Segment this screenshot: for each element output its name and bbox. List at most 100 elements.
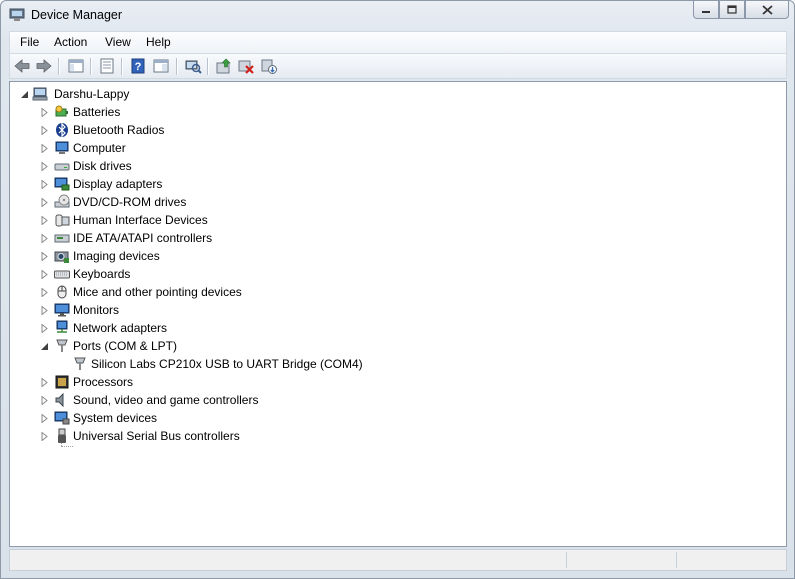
tree-item-label: Batteries — [73, 105, 121, 119]
expand-icon[interactable] — [40, 108, 49, 117]
menu-help[interactable]: Help — [146, 35, 171, 49]
help-icon[interactable]: ? — [129, 57, 147, 75]
toolbar-separator — [90, 58, 92, 75]
camera-icon — [54, 251, 69, 263]
update-driver-icon[interactable] — [215, 57, 233, 75]
expand-icon[interactable] — [40, 198, 49, 207]
expand-icon[interactable] — [40, 378, 49, 387]
tree-item-label: Mice and other pointing devices — [73, 285, 242, 299]
tree-item-ide-ata-atapi-controllers[interactable]: IDE ATA/ATAPI controllers — [38, 229, 458, 247]
expand-icon[interactable] — [40, 162, 49, 171]
expand-icon[interactable] — [40, 252, 49, 261]
properties-icon[interactable] — [98, 57, 116, 75]
tree-item-label: Human Interface Devices — [73, 213, 208, 227]
keyboard-icon — [54, 270, 70, 279]
menu-file[interactable]: File — [20, 35, 39, 49]
tree-item-label: Universal Serial Bus controllers — [73, 429, 240, 443]
tree-item-label: Keyboards — [73, 267, 131, 281]
network-adapter-icon — [56, 320, 68, 333]
tree-item-monitors[interactable]: Monitors — [38, 301, 458, 319]
menu-view[interactable]: View — [105, 35, 131, 49]
tree-item-system-devices[interactable]: System devices — [38, 409, 458, 427]
tree-item-label: Display adapters — [73, 177, 163, 191]
expand-icon[interactable] — [40, 234, 49, 243]
expand-icon[interactable] — [40, 432, 49, 441]
tree-item-dvd-cd-rom-drives[interactable]: DVD/CD-ROM drives — [38, 193, 458, 211]
tree-item-mice-and-other-pointing-devices[interactable]: Mice and other pointing devices — [38, 283, 458, 301]
display-adapter-icon — [54, 177, 70, 191]
toolbar-separator — [207, 58, 209, 75]
tree-root-label: Darshu-Lappy — [54, 87, 130, 101]
system-device-icon — [54, 411, 70, 425]
monitor-icon — [54, 303, 70, 317]
show-action-pane-icon[interactable] — [152, 57, 170, 75]
hid-icon — [55, 214, 70, 227]
collapse-icon[interactable] — [40, 342, 49, 351]
device-tree[interactable]: Darshu-Lappy Batteries Bluetooth Radios Co… — [9, 81, 787, 547]
expand-icon[interactable] — [40, 306, 49, 315]
tree-item-processors[interactable]: Processors — [38, 373, 458, 391]
device-manager-icon — [9, 8, 25, 21]
show-hide-console-tree-icon[interactable] — [67, 57, 85, 75]
toolbar-separator — [121, 58, 123, 75]
expand-icon[interactable] — [40, 288, 49, 297]
expand-icon[interactable] — [40, 144, 49, 153]
window-controls — [693, 1, 789, 21]
processor-icon — [55, 375, 69, 389]
close-icon[interactable] — [745, 1, 789, 19]
tree-item-sound-video-and-game-controllers[interactable]: Sound, video and game controllers — [38, 391, 458, 409]
usb-icon — [58, 428, 66, 443]
tree-item-human-interface-devices[interactable]: Human Interface Devices — [38, 211, 458, 229]
tree-root[interactable]: Darshu-Lappy — [18, 85, 318, 103]
tree-item-label: Processors — [73, 375, 134, 389]
tree-item-device[interactable]: Silicon Labs CP210x USB to UART Bridge (… — [72, 355, 472, 373]
tree-item-keyboards[interactable]: Keyboards — [38, 265, 458, 283]
expand-icon[interactable] — [40, 270, 49, 279]
minimize-icon[interactable] — [693, 1, 719, 19]
tree-item-label: Imaging devices — [73, 249, 160, 263]
tree-item-computer[interactable]: Computer — [38, 139, 458, 157]
tree-item-display-adapters[interactable]: Display adapters — [38, 175, 458, 193]
expand-icon[interactable] — [40, 180, 49, 189]
toolbar: ? — [9, 53, 787, 79]
speaker-icon — [55, 392, 64, 408]
port-icon — [56, 339, 68, 352]
disk-drive-icon — [54, 163, 70, 171]
collapse-icon[interactable] — [20, 90, 29, 99]
battery-icon — [55, 105, 68, 117]
tree-item-ports-com-lpt[interactable]: Ports (COM & LPT) — [38, 337, 458, 355]
expand-icon[interactable] — [40, 324, 49, 333]
tree-item-bluetooth-radios[interactable]: Bluetooth Radios — [38, 121, 458, 139]
menu-action[interactable]: Action — [54, 35, 87, 49]
tree-item-label: Disk drives — [73, 159, 132, 173]
maximize-icon[interactable] — [719, 1, 745, 19]
computer-icon — [55, 141, 69, 154]
tree-item-label: Sound, video and game controllers — [73, 393, 259, 407]
tree-connector — [61, 446, 73, 447]
tree-item-network-adapters[interactable]: Network adapters — [38, 319, 458, 337]
uninstall-device-icon[interactable] — [237, 57, 255, 75]
tree-item-universal-serial-bus-controllers[interactable]: Universal Serial Bus controllers — [38, 427, 458, 445]
expand-icon[interactable] — [40, 414, 49, 423]
tree-item-label: Silicon Labs CP210x USB to UART Bridge (… — [91, 357, 363, 371]
toolbar-separator — [58, 58, 60, 75]
ide-controller-icon — [54, 234, 70, 243]
expand-icon[interactable] — [40, 126, 49, 135]
expand-icon[interactable] — [40, 216, 49, 225]
mouse-icon — [57, 285, 67, 299]
toolbar-separator — [176, 58, 178, 75]
disable-device-icon[interactable] — [260, 57, 278, 75]
tree-item-batteries[interactable]: Batteries — [38, 103, 458, 121]
dvd-drive-icon — [54, 194, 70, 208]
tree-item-label: Computer — [73, 141, 126, 155]
device-manager-window: Device Manager File Action View Help ? D… — [0, 0, 795, 579]
forward-icon[interactable] — [35, 57, 53, 75]
scan-hardware-changes-icon[interactable] — [184, 57, 202, 75]
expand-icon[interactable] — [40, 396, 49, 405]
back-icon[interactable] — [13, 57, 31, 75]
tree-item-disk-drives[interactable]: Disk drives — [38, 157, 458, 175]
computer-root-icon — [32, 87, 48, 101]
tree-item-label: DVD/CD-ROM drives — [73, 195, 187, 209]
tree-item-imaging-devices[interactable]: Imaging devices — [38, 247, 458, 265]
title-bar[interactable]: Device Manager — [1, 1, 794, 29]
